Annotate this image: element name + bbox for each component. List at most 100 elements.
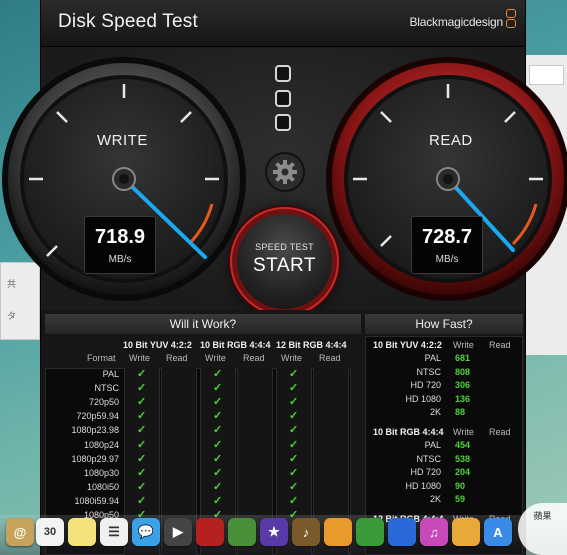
check-icon: ✓	[137, 438, 147, 451]
start-button-subtitle: SPEED TEST	[255, 242, 314, 252]
contacts-icon[interactable]: @	[6, 518, 34, 546]
how-fast-group-header: 10 Bit RGB 4:4:4	[373, 427, 444, 437]
drive-select-icon[interactable]	[275, 65, 291, 82]
how-fast-value: 808	[455, 366, 471, 377]
check-icon: ✓	[289, 368, 299, 380]
photo-booth-icon[interactable]	[196, 518, 224, 546]
settings-gear-icon[interactable]	[265, 152, 305, 192]
keynote-icon[interactable]	[388, 518, 416, 546]
drive-select-icon[interactable]	[275, 114, 291, 131]
write-col-header: Write	[205, 353, 226, 363]
check-icon: ✓	[137, 424, 147, 437]
will-it-work-heading: Will it Work?	[45, 314, 361, 334]
format-row-label: 1080i50	[86, 481, 119, 492]
how-fast-row-label: HD 720	[410, 467, 441, 478]
check-icon: ✓	[213, 382, 223, 395]
check-icon: ✓	[213, 494, 223, 507]
watermark-text: 蘋果	[533, 511, 552, 521]
how-fast-value: 59	[455, 494, 466, 505]
how-fast-value: 454	[455, 440, 471, 450]
format-row-label: 720p50	[88, 397, 119, 408]
how-fast-heading: How Fast?	[365, 314, 523, 334]
check-icon: ✓	[213, 452, 223, 465]
app-store-icon[interactable]: A	[484, 518, 512, 546]
check-icon: ✓	[289, 410, 299, 423]
read-speed-value: 728.7	[421, 226, 473, 248]
how-fast-row-label: HD 1080	[405, 480, 441, 491]
iphoto-icon[interactable]	[228, 518, 256, 546]
format-row-label: 720p59.94	[76, 411, 119, 422]
how-fast-value: 306	[455, 380, 471, 391]
check-icon: ✓	[213, 466, 223, 479]
check-icon: ✓	[289, 382, 299, 395]
brand-logo-icon	[506, 9, 518, 29]
how-fast-row-label: HD 720	[410, 380, 441, 391]
write-speed-unit: MB/s	[108, 254, 132, 265]
check-icon: ✓	[137, 452, 147, 465]
read-col-header: Read	[489, 340, 511, 350]
write-col-header: Write	[129, 353, 150, 363]
format-row-label: 1080p24	[83, 439, 119, 450]
check-icon: ✓	[137, 466, 147, 479]
check-icon: ✓	[137, 382, 147, 395]
check-icon: ✓	[213, 480, 223, 493]
window-title: Disk Speed Test	[58, 11, 198, 32]
check-icon: ✓	[289, 396, 299, 409]
facetime-icon[interactable]: ▶	[164, 518, 192, 546]
how-fast-row-label: PAL	[424, 440, 441, 450]
check-icon: ✓	[137, 396, 147, 409]
group-header: 10 Bit RGB 4:4:4	[200, 340, 271, 350]
check-icon: ✓	[137, 410, 147, 423]
write-readout: 718.9 MB/s	[84, 216, 156, 274]
check-icon: ✓	[137, 480, 147, 493]
check-icon: ✓	[289, 466, 299, 479]
write-speed-value: 718.9	[94, 226, 146, 248]
read-col-header: Read	[166, 353, 188, 363]
check-icon: ✓	[289, 494, 299, 507]
format-row-label: 1080i59.94	[74, 495, 119, 506]
numbers-icon[interactable]	[356, 518, 384, 546]
format-row-label: 1080p23.98	[71, 425, 119, 436]
format-row-label: PAL	[102, 369, 119, 379]
watermark: 蘋果	[518, 503, 567, 555]
pages-icon[interactable]	[324, 518, 352, 546]
how-fast-value: 538	[455, 453, 471, 464]
drive-select-icon[interactable]	[275, 90, 291, 107]
check-icon: ✓	[289, 424, 299, 437]
messages-icon[interactable]: 💬	[132, 518, 160, 546]
how-fast-value: 136	[455, 393, 471, 404]
write-col-header: Write	[453, 340, 474, 350]
how-fast-value: 204	[455, 467, 471, 478]
start-button[interactable]: SPEED TEST START	[237, 214, 332, 309]
background-text: タ	[7, 311, 17, 321]
format-row-label: NTSC	[94, 383, 120, 394]
how-fast-group-header: 10 Bit YUV 4:2:2	[373, 340, 442, 350]
check-icon: ✓	[289, 438, 299, 451]
group-header: 12 Bit RGB 4:4:4	[276, 340, 347, 350]
check-icon: ✓	[213, 438, 223, 451]
read-col-header: Read	[489, 427, 511, 437]
notes-icon[interactable]	[68, 518, 96, 546]
read-col-header: Read	[319, 353, 341, 363]
write-col-header: Write	[281, 353, 302, 363]
how-fast-row-label: PAL	[424, 353, 441, 363]
reminders-icon[interactable]: ☰	[100, 518, 128, 546]
format-header: Format	[87, 353, 116, 363]
ibooks-icon[interactable]	[452, 518, 480, 546]
check-icon: ✓	[137, 494, 147, 507]
calendar-icon[interactable]: 30	[36, 518, 64, 546]
check-icon: ✓	[289, 452, 299, 465]
garageband-icon[interactable]: ♪	[292, 518, 320, 546]
how-fast-value: 88	[455, 407, 466, 418]
write-col-header: Write	[453, 427, 474, 437]
disk-speed-test-window: Disk Speed Test Blackmagicdesign WRITE 7…	[2, 0, 567, 555]
read-readout: 728.7 MB/s	[411, 216, 483, 274]
check-icon: ✓	[213, 424, 223, 437]
how-fast-row-label: NTSC	[416, 453, 442, 464]
imovie-icon[interactable]: ★	[260, 518, 288, 546]
format-row-label: 1080p29.97	[71, 453, 119, 464]
how-fast-row-label: 2K	[429, 494, 441, 505]
calendar-day: 30	[43, 526, 57, 538]
title-bar[interactable]: Disk Speed Test Blackmagicdesign	[41, 0, 525, 47]
itunes-icon[interactable]: ♫	[420, 518, 448, 546]
